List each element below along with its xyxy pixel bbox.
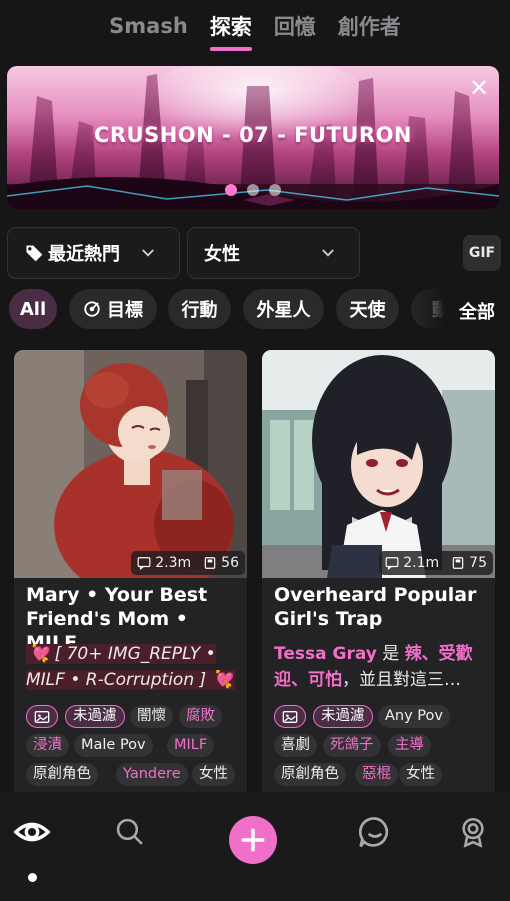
search-icon bbox=[116, 818, 143, 845]
card-stats: 2.1m 75 bbox=[379, 551, 493, 575]
carousel-dot[interactable] bbox=[269, 184, 281, 196]
plus-icon bbox=[241, 828, 265, 852]
tab-smash[interactable]: Smash bbox=[109, 6, 188, 50]
character-card[interactable]: 2.1m 75 Overheard Popular Girl's Trap Te… bbox=[262, 350, 495, 800]
chat-icon bbox=[359, 817, 389, 848]
character-image bbox=[14, 350, 247, 578]
chip-alien[interactable]: 外星人 bbox=[243, 289, 324, 329]
eye-icon bbox=[13, 822, 51, 842]
book-icon bbox=[452, 557, 464, 569]
banner-title: CRUSHON - 07 - FUTURON bbox=[93, 123, 413, 147]
chip-label: All bbox=[19, 298, 47, 320]
image-tag[interactable] bbox=[274, 705, 306, 728]
tag[interactable]: MILF bbox=[167, 734, 215, 757]
chapter-count: 56 bbox=[221, 555, 239, 571]
chapter-count: 75 bbox=[469, 555, 487, 571]
carousel-dot[interactable] bbox=[225, 184, 237, 196]
character-image bbox=[262, 350, 495, 578]
chat-bubble-icon bbox=[137, 557, 151, 570]
tag[interactable]: Male Pov bbox=[74, 734, 153, 757]
tag[interactable]: 惡棍 bbox=[355, 763, 398, 786]
image-icon bbox=[34, 710, 50, 723]
nav-profile[interactable] bbox=[453, 812, 493, 852]
chevron-down-icon bbox=[322, 249, 334, 257]
chevron-down-icon bbox=[142, 249, 154, 257]
description-text: 是 bbox=[376, 644, 405, 664]
card-description: Tessa Gray 是 辣、受歡迎、可怕，並且對這三… bbox=[274, 641, 486, 693]
card-title: Overheard Popular Girl's Trap bbox=[274, 584, 477, 630]
chip-label: 天使 bbox=[349, 300, 386, 321]
chips-fade bbox=[405, 289, 445, 331]
tag-icon bbox=[25, 245, 43, 262]
tag[interactable]: 未過濾 bbox=[313, 705, 373, 728]
chip-label: 目標 bbox=[107, 300, 143, 321]
top-tab-bar: Smash 探索 回憶 創作者 bbox=[0, 0, 510, 56]
tag[interactable]: 喜劇 bbox=[274, 734, 317, 757]
filter-row: 最近熱門 女性 GIF bbox=[7, 227, 503, 281]
carousel-dots bbox=[7, 184, 499, 196]
nav-discover[interactable] bbox=[12, 812, 52, 852]
card-description-text: 💘 [ 70+ IMG_REPLY • MILF • R-Corruption … bbox=[26, 644, 235, 690]
sort-dropdown[interactable]: 最近熱門 bbox=[7, 227, 180, 279]
gif-toggle-button[interactable]: GIF bbox=[463, 235, 501, 271]
chat-bubble-icon bbox=[385, 557, 399, 570]
chip-label: 行動 bbox=[181, 300, 218, 321]
chip-target[interactable]: 目標 bbox=[69, 289, 157, 329]
description-text: ，並且對這三… bbox=[342, 670, 461, 690]
close-icon[interactable]: ✕ bbox=[465, 74, 493, 102]
image-tag[interactable] bbox=[26, 705, 58, 728]
character-card[interactable]: 2.3m 56 Mary • Your Best Friend's Mom • … bbox=[14, 350, 247, 800]
tag[interactable]: 原創角色 bbox=[26, 763, 98, 786]
nav-chats[interactable] bbox=[355, 812, 395, 852]
chip-angel[interactable]: 天使 bbox=[336, 289, 399, 329]
chip-label: 外星人 bbox=[256, 300, 311, 321]
tag[interactable]: 原創角色 bbox=[274, 763, 346, 786]
create-button[interactable] bbox=[229, 816, 277, 864]
views-count: 2.1m bbox=[403, 555, 440, 571]
sort-label: 最近熱門 bbox=[48, 244, 120, 265]
target-icon bbox=[84, 301, 100, 317]
gender-dropdown[interactable]: 女性 bbox=[187, 227, 360, 279]
tag[interactable]: Yandere bbox=[116, 763, 188, 786]
carousel-dot[interactable] bbox=[247, 184, 259, 196]
views-count: 2.3m bbox=[155, 555, 192, 571]
chip-action[interactable]: 行動 bbox=[168, 289, 231, 329]
tag[interactable]: 女性 bbox=[192, 763, 235, 786]
tab-explore[interactable]: 探索 bbox=[210, 3, 252, 53]
promo-banner[interactable]: CRUSHON - 07 - FUTURON ✕ bbox=[7, 66, 499, 209]
tab-creators[interactable]: 創作者 bbox=[338, 3, 401, 53]
chip-all[interactable]: All bbox=[9, 289, 57, 329]
card-description: 💘 [ 70+ IMG_REPLY • MILF • R-Corruption … bbox=[26, 641, 238, 693]
tab-memories[interactable]: 回憶 bbox=[274, 3, 316, 53]
bottom-nav bbox=[0, 792, 510, 901]
description-highlight: Tessa Gray bbox=[274, 644, 377, 664]
tag[interactable]: 未過濾 bbox=[65, 705, 125, 728]
tag[interactable]: 主導 bbox=[388, 734, 431, 757]
tag[interactable]: 闇懷 bbox=[130, 705, 173, 728]
profile-icon bbox=[462, 817, 484, 848]
active-nav-indicator bbox=[28, 873, 37, 882]
book-icon bbox=[204, 557, 216, 569]
all-categories-link[interactable]: 全部 bbox=[459, 298, 495, 324]
gender-label: 女性 bbox=[204, 244, 240, 265]
tag[interactable]: Any Pov bbox=[378, 705, 450, 728]
tag[interactable]: 死鴿子 bbox=[323, 734, 381, 757]
nav-search[interactable] bbox=[110, 812, 150, 852]
tag[interactable]: 浸漬 bbox=[26, 734, 69, 757]
image-icon bbox=[282, 710, 298, 723]
tag[interactable]: 女性 bbox=[399, 763, 442, 786]
card-stats: 2.3m 56 bbox=[131, 551, 245, 575]
category-chips: All 目標 行動 外星人 天使 動 bbox=[0, 289, 445, 331]
tag[interactable]: 腐敗 bbox=[179, 705, 222, 728]
